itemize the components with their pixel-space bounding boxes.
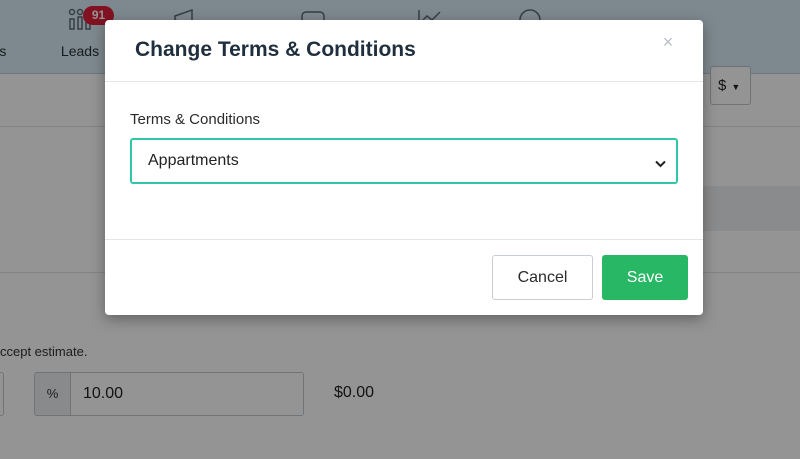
modal-title: Change Terms & Conditions xyxy=(135,38,416,61)
change-terms-modal: Change Terms & Conditions × Terms & Cond… xyxy=(105,20,703,315)
save-button[interactable]: Save xyxy=(602,255,688,300)
close-icon[interactable]: × xyxy=(661,32,675,52)
terms-field-label: Terms & Conditions xyxy=(130,111,261,128)
terms-select-value: Appartments xyxy=(148,152,239,169)
cancel-button[interactable]: Cancel xyxy=(492,255,593,300)
chevron-down-icon xyxy=(655,156,666,168)
modal-header: Change Terms & Conditions × xyxy=(105,20,703,82)
terms-select[interactable]: Appartments xyxy=(130,138,678,184)
